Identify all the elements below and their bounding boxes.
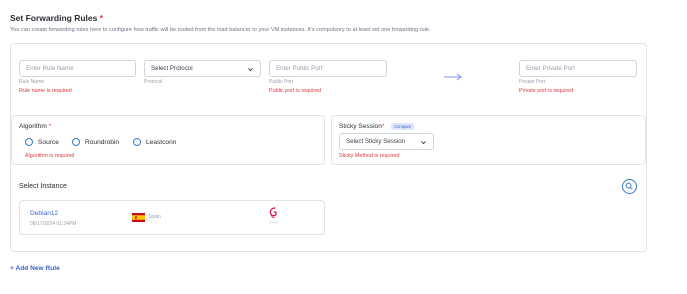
radio-leastconn[interactable]: Leastconn [133, 138, 176, 146]
sticky-session-title-text: Sticky Session [339, 123, 382, 130]
radio-source[interactable]: Source [25, 138, 59, 146]
radio-label: Roundrobin [85, 138, 120, 146]
protocol-label: Protocol [144, 79, 163, 85]
public-port-error: Public port is required [269, 88, 322, 94]
protocol-select-value: Select Protocol [151, 65, 193, 72]
radio-circle[interactable] [25, 138, 33, 146]
rule-name-error: Rule name is required [19, 88, 72, 94]
radio-circle[interactable] [72, 138, 80, 146]
add-new-rule-button[interactable]: + Add New Rule [10, 265, 60, 272]
select-instance-title: Select Instance [19, 183, 67, 190]
sticky-session-select-value: Select Sticky Session [346, 138, 406, 145]
search-icon [625, 182, 633, 190]
debian-logo-icon [269, 207, 279, 224]
rule-name-label: Rule Name [19, 79, 45, 85]
chevron-down-icon [248, 68, 253, 72]
page-description: You can create forwarding rules here to … [10, 27, 431, 33]
radio-label: Leastconn [146, 138, 177, 146]
instance-name: Debian12 [30, 210, 59, 217]
required-mark: * [48, 123, 52, 130]
protocol-select[interactable]: Select Protocol [144, 60, 261, 77]
public-port-input[interactable]: Enter Public Port [269, 60, 387, 77]
instance-region: Spain [148, 214, 161, 220]
public-port-label: Public Port [269, 79, 294, 85]
required-mark: * [99, 13, 104, 23]
algorithm-error: Algorithm is required [25, 153, 75, 159]
chevron-down-icon [421, 141, 426, 145]
algorithm-title-text: Algorithm [19, 123, 47, 130]
instance-card[interactable]: Debian12 08/17/2024 01:34PM Spain [19, 200, 325, 235]
sticky-session-error: Sticky Method is required [339, 153, 400, 159]
sticky-session-title: Sticky Session* [339, 123, 384, 130]
spain-flag-icon [132, 213, 145, 222]
required-mark: * [381, 123, 385, 130]
private-port-label: Private Port [519, 79, 546, 85]
instance-date: 08/17/2024 01:34PM [30, 221, 77, 227]
radio-roundrobin[interactable]: Roundrobin [72, 138, 119, 146]
arrow-right-icon [444, 73, 463, 81]
compare-badge[interactable]: Compare [391, 123, 415, 130]
radio-circle[interactable] [133, 138, 141, 146]
radio-label: Source [38, 138, 59, 146]
rule-name-input[interactable]: Enter Rule Name [19, 60, 136, 77]
page-title: Set Forwarding Rules * [10, 13, 103, 23]
private-port-input[interactable]: Enter Private Port [519, 60, 637, 77]
sticky-session-select[interactable]: Select Sticky Session [339, 133, 434, 150]
private-port-error: Private port is required [519, 88, 574, 94]
page-title-text: Set Forwarding Rules [10, 13, 98, 23]
search-button[interactable] [622, 179, 637, 194]
algorithm-title: Algorithm * [19, 123, 51, 130]
